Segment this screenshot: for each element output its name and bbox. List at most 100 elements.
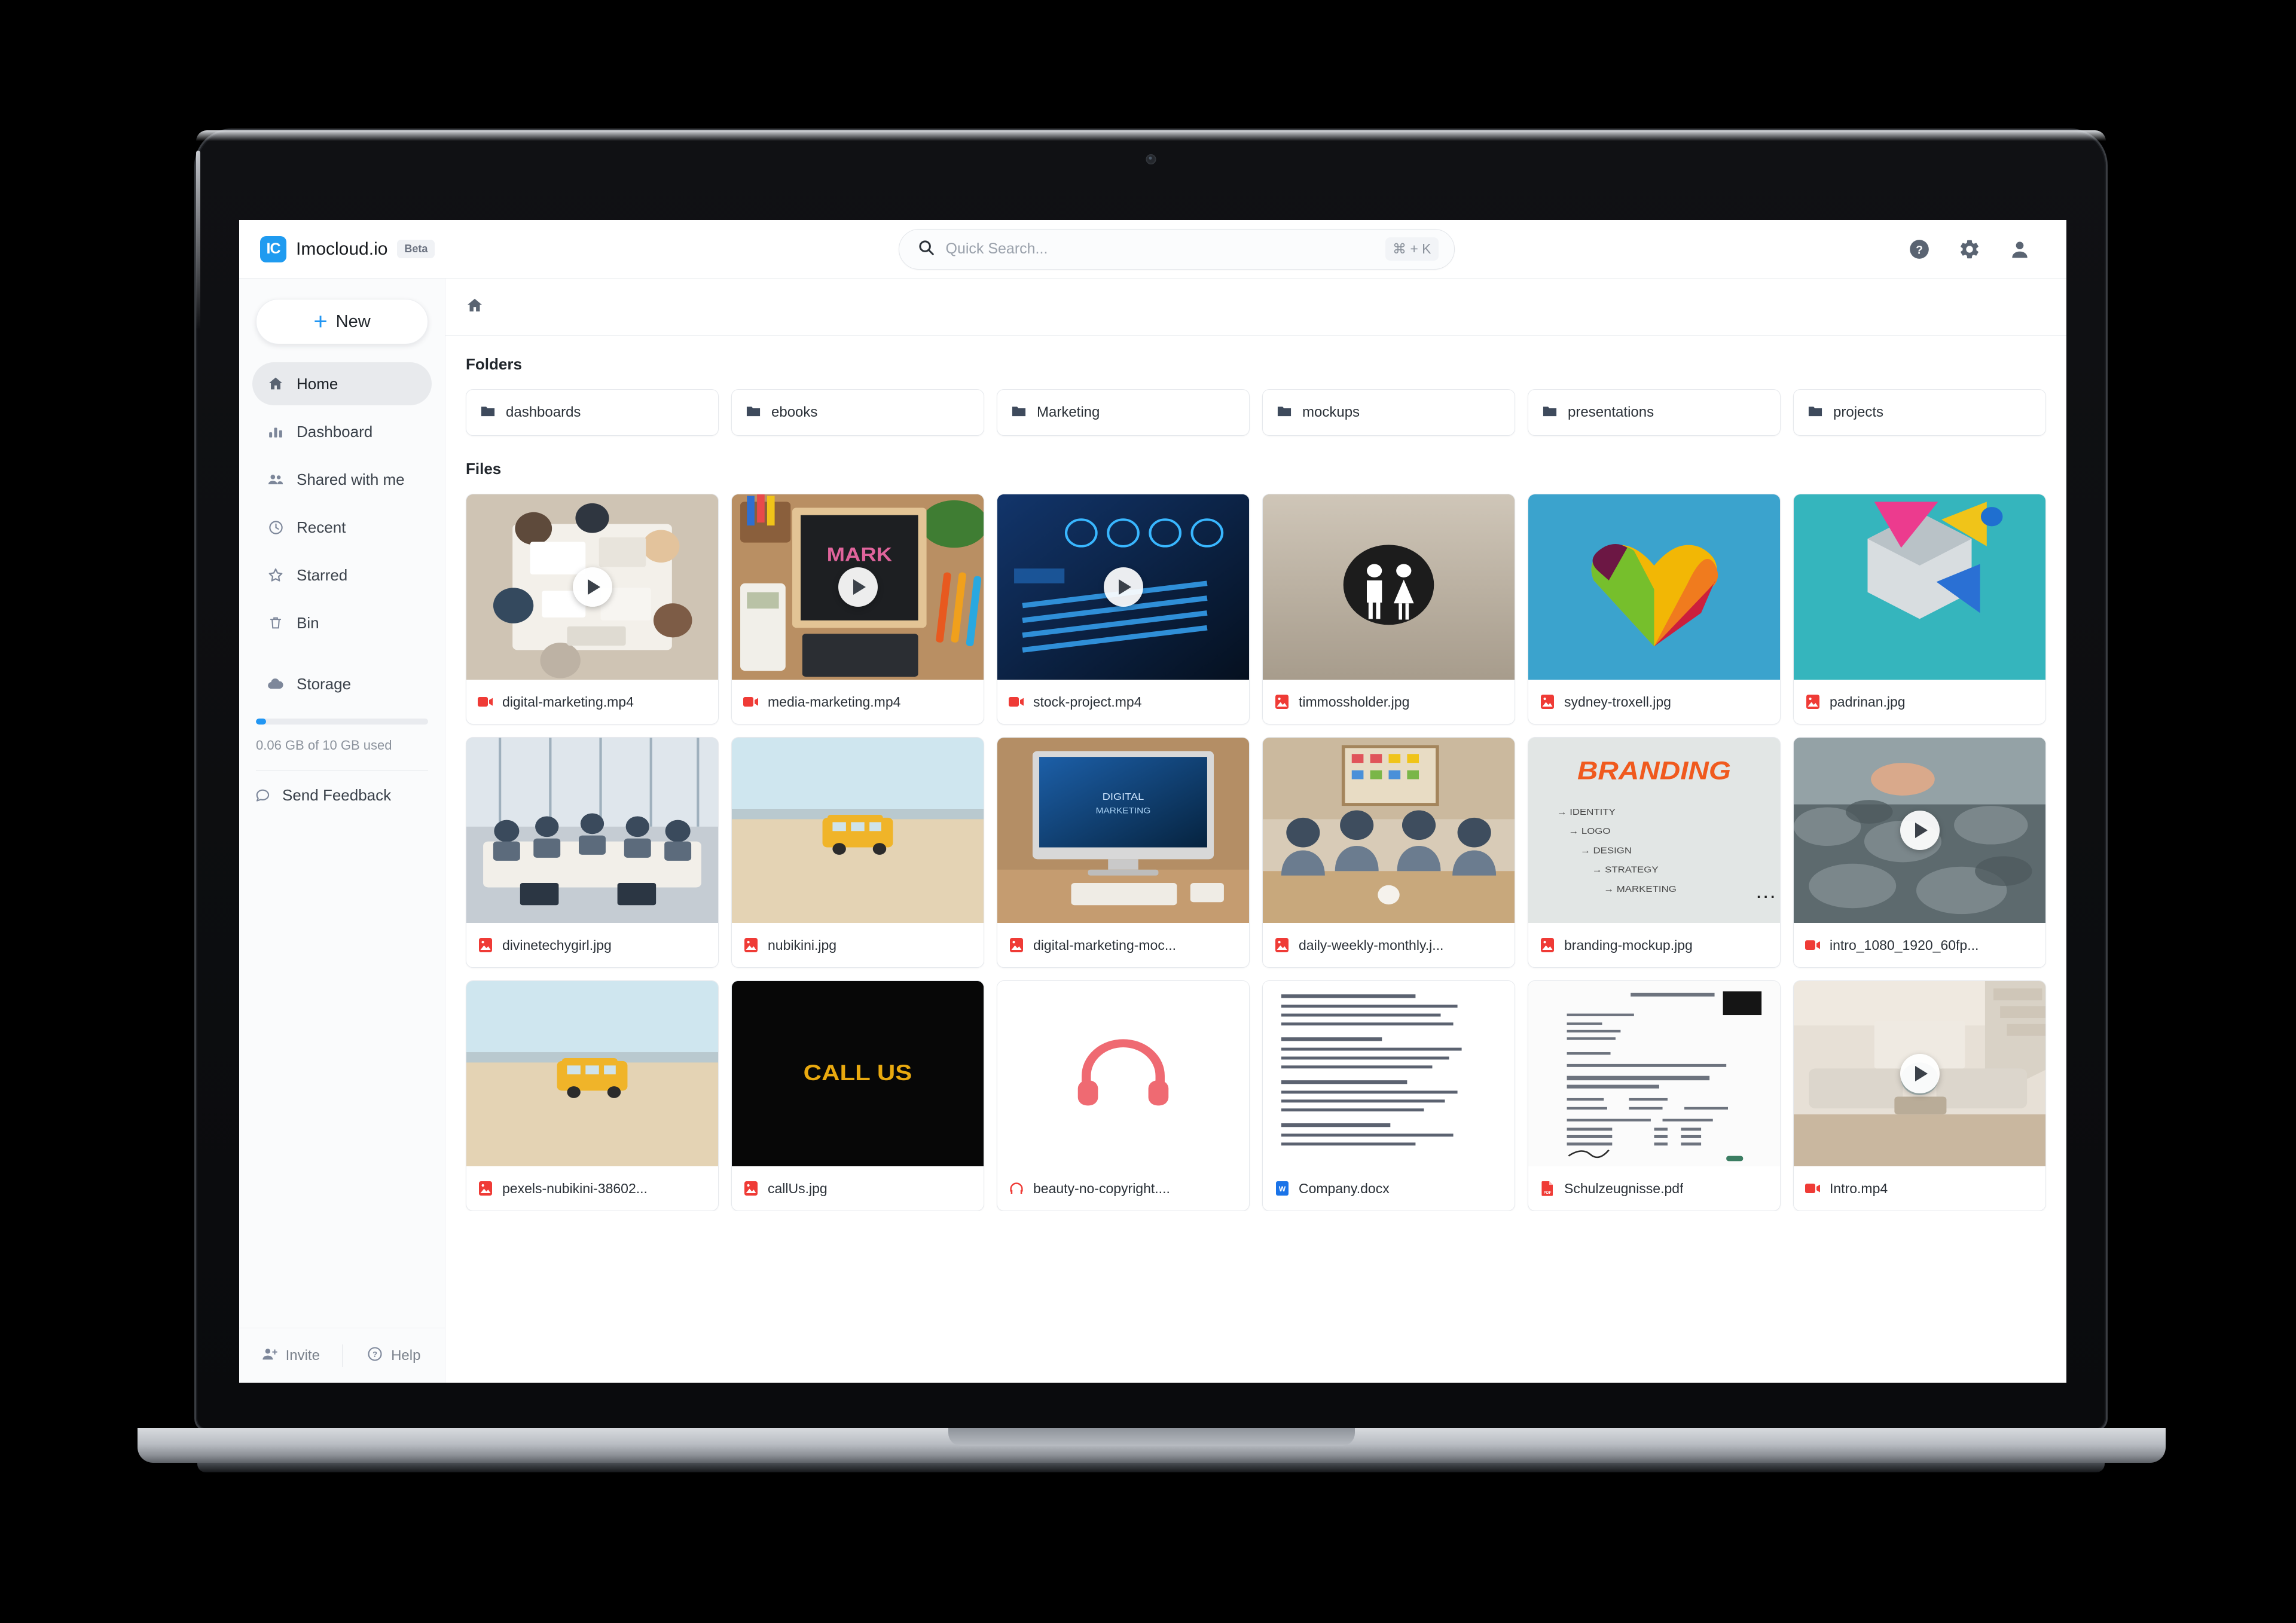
file-card[interactable]: MARK media-marketing.mp4 — [731, 494, 984, 725]
app-body: + New Home Dashboard Shared with me Rece… — [239, 279, 2066, 1383]
sidebar-item-starred[interactable]: Starred — [252, 554, 432, 597]
help-icon[interactable]: ? — [1907, 237, 1931, 261]
file-card[interactable]: padrinan.jpg — [1793, 494, 2046, 725]
sidebar-item-home[interactable]: Home — [252, 362, 432, 405]
image-icon — [1274, 693, 1290, 710]
file-card[interactable]: daily-weekly-monthly.j... — [1262, 737, 1515, 968]
file-thumbnail[interactable] — [1263, 981, 1515, 1166]
thumb-team-table — [1263, 738, 1515, 923]
video-icon — [1805, 1180, 1821, 1197]
laptop-lid: IC Imocloud.io Beta Quick Search... ⌘ + … — [194, 129, 2108, 1432]
file-card[interactable]: CALL US callUs.jpg — [731, 980, 984, 1211]
sidebar-item-dashboard[interactable]: Dashboard — [252, 410, 432, 453]
file-card[interactable]: digital-marketing.mp4 — [466, 494, 719, 725]
search-input[interactable]: Quick Search... — [946, 240, 1375, 258]
folder-item[interactable]: presentations — [1528, 389, 1781, 436]
storage-progress-fill — [256, 719, 267, 725]
svg-text:→ STRATEGY: → STRATEGY — [1592, 866, 1659, 875]
file-thumbnail[interactable] — [997, 981, 1249, 1166]
new-button[interactable]: + New — [256, 299, 428, 344]
play-icon[interactable] — [572, 567, 612, 607]
sidebar-item-storage[interactable]: Storage — [252, 662, 432, 705]
svg-text:→ DESIGN: → DESIGN — [1580, 846, 1632, 855]
file-thumbnail[interactable] — [1263, 494, 1515, 680]
storage-progress-bar — [256, 719, 428, 725]
folder-item[interactable]: projects — [1793, 389, 2046, 436]
file-thumbnail[interactable] — [732, 738, 984, 923]
file-meta: sydney-troxell.jpg — [1528, 680, 1780, 724]
file-card[interactable]: sydney-troxell.jpg — [1528, 494, 1781, 725]
sidebar-item-shared-with-me[interactable]: Shared with me — [252, 458, 432, 501]
file-thumbnail[interactable] — [1528, 494, 1780, 680]
file-thumbnail[interactable] — [466, 981, 718, 1166]
svg-text:W: W — [1278, 1185, 1286, 1193]
file-thumbnail[interactable] — [466, 738, 718, 923]
file-card[interactable]: stock-project.mp4 — [997, 494, 1250, 725]
search-box[interactable]: Quick Search... ⌘ + K — [898, 228, 1455, 270]
account-icon[interactable] — [2008, 237, 2032, 261]
file-name: stock-project.mp4 — [1033, 693, 1142, 710]
send-feedback-button[interactable]: Send Feedback — [252, 786, 428, 805]
file-card[interactable]: PDF Schulzeugnisse.pdf — [1528, 980, 1781, 1211]
new-button-label: New — [335, 311, 371, 331]
svg-text:DIGITAL: DIGITAL — [1103, 791, 1144, 802]
folder-item[interactable]: mockups — [1262, 389, 1515, 436]
file-card[interactable]: beauty-no-copyright.... — [997, 980, 1250, 1211]
file-name: Company.docx — [1299, 1180, 1390, 1196]
file-name: sydney-troxell.jpg — [1564, 693, 1671, 710]
file-thumbnail[interactable] — [1794, 738, 2045, 923]
laptop-mockup: IC Imocloud.io Beta Quick Search... ⌘ + … — [194, 129, 2108, 1432]
play-icon[interactable] — [1103, 567, 1143, 607]
file-meta: Intro.mp4 — [1794, 1166, 2045, 1211]
file-thumbnail[interactable]: DIGITAL MARKETING — [997, 738, 1249, 923]
brand[interactable]: IC Imocloud.io Beta — [239, 236, 445, 262]
file-card[interactable]: pexels-nubikini-38602... — [466, 980, 719, 1211]
folder-item[interactable]: ebooks — [731, 389, 984, 436]
file-card[interactable]: Intro.mp4 — [1793, 980, 2046, 1211]
cloud-icon — [267, 675, 285, 693]
file-thumbnail[interactable] — [1263, 738, 1515, 923]
sidebar-item-shared-label: Shared with me — [297, 470, 405, 488]
help-button[interactable]: ? Help — [343, 1346, 445, 1365]
file-card[interactable]: DIGITAL MARKETING digital-marketing-moc.… — [997, 737, 1250, 968]
file-card[interactable]: intro_1080_1920_60fp... — [1793, 737, 2046, 968]
folder-item[interactable]: Marketing — [997, 389, 1250, 436]
play-icon[interactable] — [838, 567, 878, 607]
folder-name: mockups — [1302, 404, 1360, 420]
file-card[interactable]: BRANDING → IDENTITY → LOGO → DESIGN → ST… — [1528, 737, 1781, 968]
svg-text:BRANDING: BRANDING — [1577, 756, 1731, 785]
breadcrumb-home-icon[interactable] — [466, 297, 484, 317]
file-thumbnail[interactable]: BRANDING → IDENTITY → LOGO → DESIGN → ST… — [1528, 738, 1780, 923]
sidebar-item-bin[interactable]: Bin — [252, 601, 432, 644]
file-thumbnail[interactable] — [466, 494, 718, 680]
file-meta: intro_1080_1920_60fp... — [1794, 923, 2045, 967]
file-thumbnail[interactable]: MARK — [732, 494, 984, 680]
settings-icon[interactable] — [1958, 237, 1981, 261]
video-icon — [1805, 940, 1820, 950]
file-thumbnail[interactable] — [997, 494, 1249, 680]
image-icon — [477, 1180, 494, 1197]
play-icon[interactable] — [1900, 811, 1940, 850]
folder-icon — [1276, 403, 1293, 423]
file-thumbnail[interactable]: CALL US — [732, 981, 984, 1166]
file-thumbnail[interactable] — [1794, 494, 2045, 680]
sidebar-item-recent[interactable]: Recent — [252, 506, 432, 549]
files-grid: digital-marketing.mp4 MARK media-marketi… — [466, 494, 2046, 1211]
file-card[interactable]: divinetechygirl.jpg — [466, 737, 719, 968]
file-card[interactable]: timmossholder.jpg — [1262, 494, 1515, 725]
file-thumbnail[interactable] — [1794, 981, 2045, 1166]
file-card[interactable]: W Company.docx — [1262, 980, 1515, 1211]
file-card[interactable]: nubikini.jpg — [731, 737, 984, 968]
file-thumbnail[interactable] — [1528, 981, 1780, 1166]
file-meta: W Company.docx — [1263, 1166, 1515, 1211]
folder-item[interactable]: dashboards — [466, 389, 719, 436]
folder-name: ebooks — [771, 404, 818, 420]
thumb-candy-heart — [1528, 494, 1780, 680]
topbar-actions: ? — [1907, 237, 2066, 261]
file-name: media-marketing.mp4 — [768, 693, 901, 710]
invite-button[interactable]: Invite — [239, 1346, 342, 1365]
play-icon[interactable] — [1900, 1054, 1940, 1093]
thumb-headphones — [997, 981, 1249, 1166]
app-screen: IC Imocloud.io Beta Quick Search... ⌘ + … — [239, 220, 2066, 1383]
